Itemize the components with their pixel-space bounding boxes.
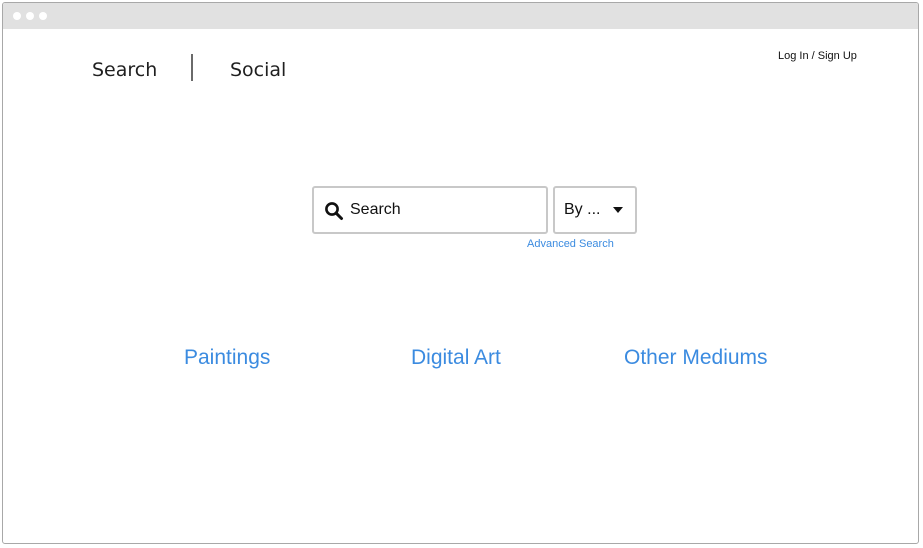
search-input[interactable] [350,188,538,232]
window-dot-icon[interactable] [26,12,34,20]
nav-social-link[interactable]: Social [230,59,286,81]
advanced-search-link[interactable]: Advanced Search [527,238,614,250]
search-by-dropdown[interactable]: By ... [553,186,637,234]
search-icon [325,202,343,220]
window-dot-icon[interactable] [39,12,47,20]
category-paintings-link[interactable]: Paintings [184,346,270,370]
caret-down-icon [613,207,623,213]
search-by-label: By ... [564,201,601,218]
window-dot-icon[interactable] [13,12,21,20]
window-titlebar [3,3,918,29]
category-other-mediums-link[interactable]: Other Mediums [624,346,768,370]
category-digital-art-link[interactable]: Digital Art [411,346,501,370]
search-box[interactable] [312,186,548,234]
nav-search-link[interactable]: Search [92,59,157,81]
login-signup-link[interactable]: Log In / Sign Up [778,50,857,62]
browser-window: Search Social Log In / Sign Up By ... Ad… [2,2,919,544]
nav-divider [191,54,193,81]
